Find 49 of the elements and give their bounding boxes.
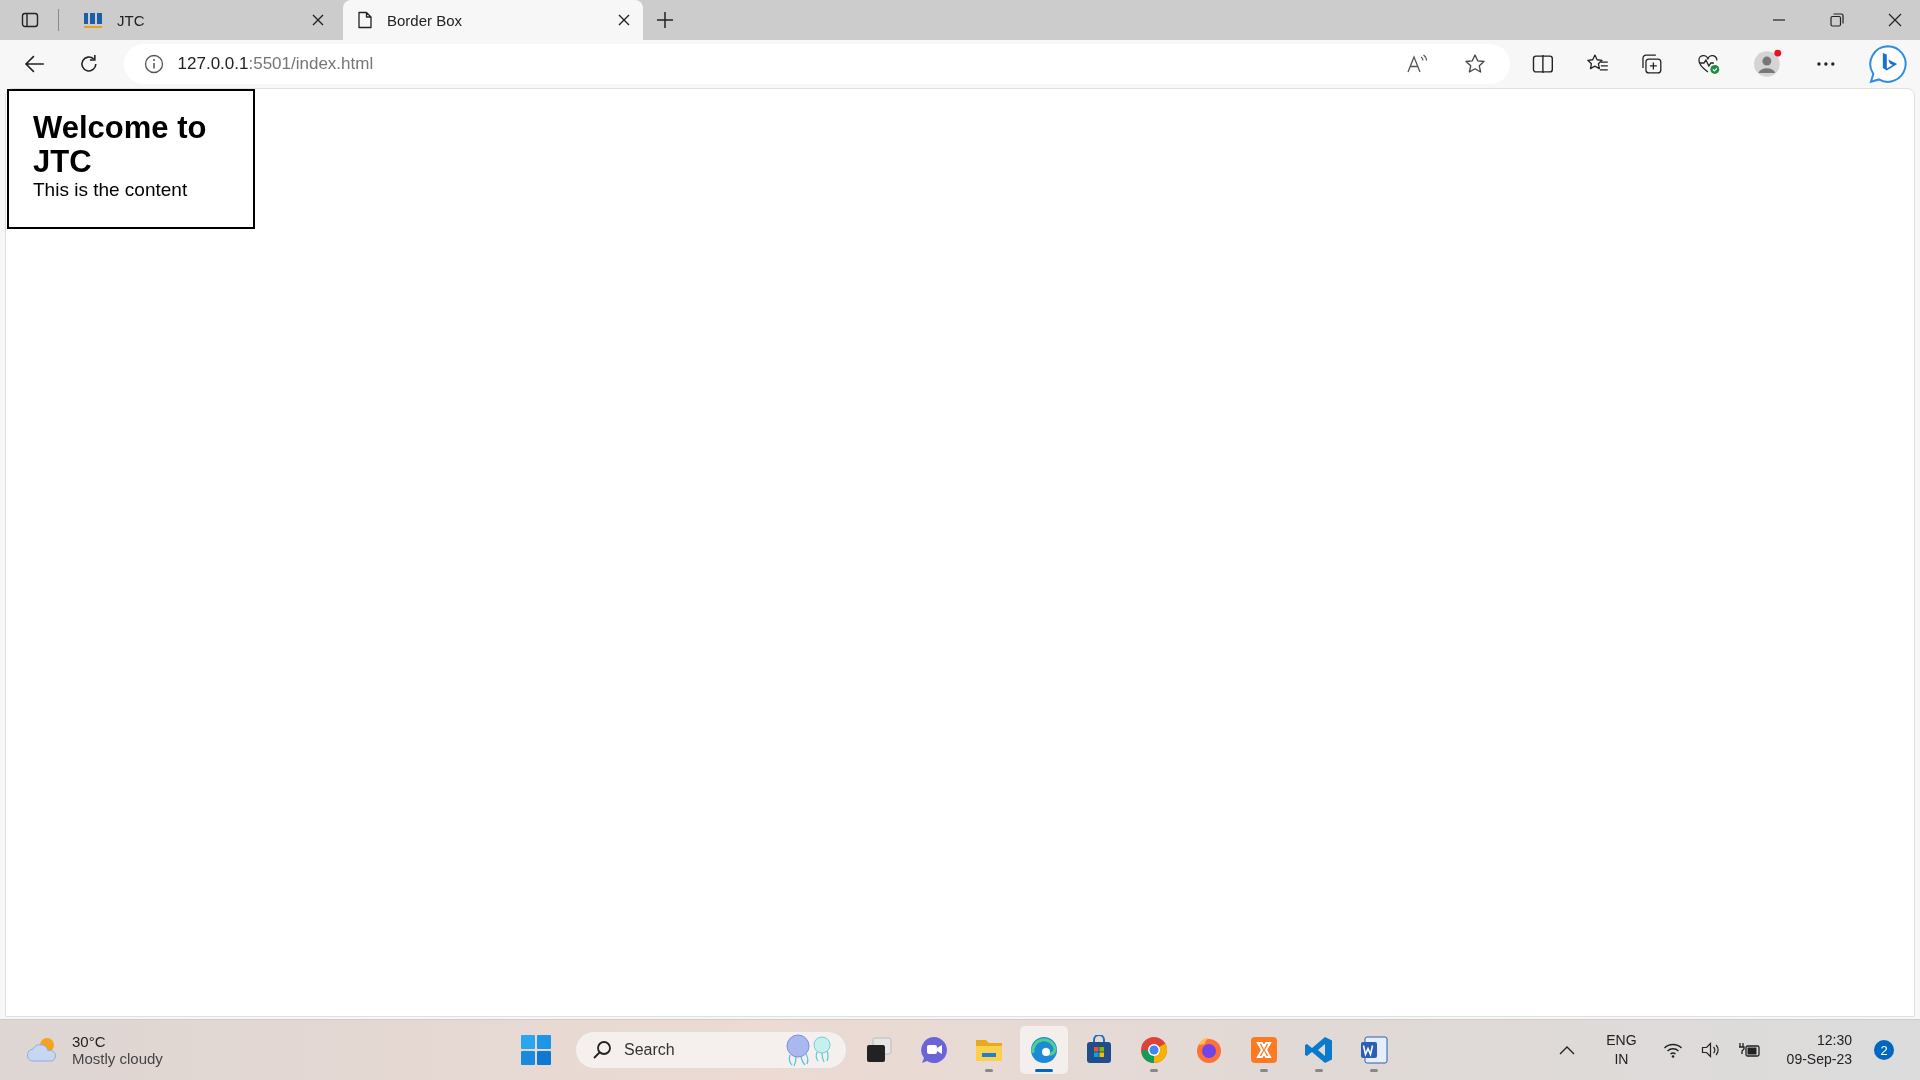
clock-date: 09-Sep-23 <box>1786 1050 1852 1069</box>
page-heading: Welcome to JTC <box>33 111 208 179</box>
wifi-icon[interactable] <box>1662 1042 1683 1058</box>
tab-title: Border Box <box>387 11 464 29</box>
info-icon[interactable] <box>143 54 164 74</box>
close-icon[interactable] <box>617 13 631 27</box>
volume-icon[interactable] <box>1700 1042 1721 1058</box>
notification-badge[interactable]: 2 <box>1874 1040 1894 1060</box>
close-icon[interactable] <box>1888 13 1902 27</box>
document-w-icon <box>1359 1035 1389 1065</box>
read-aloud-icon[interactable] <box>1405 54 1428 74</box>
region-text: IN <box>1614 1050 1629 1069</box>
chrome-icon <box>1139 1035 1169 1065</box>
start-icon[interactable] <box>521 1035 551 1065</box>
search-field[interactable]: Search <box>575 1031 847 1069</box>
language-text: ENG <box>1606 1031 1637 1050</box>
profile-avatar-icon[interactable] <box>1752 49 1783 79</box>
search-icon <box>592 1040 612 1060</box>
task-view-icon <box>864 1035 894 1065</box>
back-icon[interactable] <box>24 54 46 74</box>
logo-icon <box>83 11 103 29</box>
page-icon <box>357 11 373 29</box>
store-bag-icon <box>1084 1035 1114 1065</box>
video-chat-icon <box>919 1035 949 1065</box>
close-icon[interactable] <box>311 13 325 27</box>
search-placeholder: Search <box>624 1041 675 1059</box>
tab-title: JTC <box>117 11 146 29</box>
browser-tab[interactable]: JTC <box>71 0 337 40</box>
browser-tab[interactable]: Border Box <box>343 0 643 40</box>
clock-time: 12:30 <box>1816 1031 1852 1050</box>
content-text: This is the content <box>33 179 189 201</box>
new-tab-icon[interactable] <box>655 10 675 30</box>
restore-icon[interactable] <box>1830 13 1844 27</box>
chat-bubble-icon[interactable] <box>1868 44 1909 84</box>
temperature-text: 30°C <box>72 1033 107 1050</box>
split-screen-icon[interactable] <box>1531 54 1554 74</box>
chevron-up-icon[interactable] <box>1558 1044 1577 1056</box>
fox-globe-icon <box>1194 1035 1224 1065</box>
battery-charging-icon[interactable] <box>1738 1042 1761 1058</box>
weather-text: Mostly cloudy <box>72 1050 163 1067</box>
browser-icon <box>1029 1035 1059 1065</box>
star-icon[interactable] <box>1463 53 1486 75</box>
heart-pulse-icon[interactable] <box>1697 53 1721 75</box>
address-bar[interactable]: 127.0.0.1:5501/index.html <box>123 44 1510 84</box>
more-icon[interactable] <box>1814 61 1837 67</box>
xampp-icon <box>1249 1035 1279 1065</box>
code-editor-icon <box>1304 1035 1334 1065</box>
url-text: 127.0.0.1:5501/index.html <box>177 54 374 74</box>
tab-actions-icon <box>21 11 39 29</box>
